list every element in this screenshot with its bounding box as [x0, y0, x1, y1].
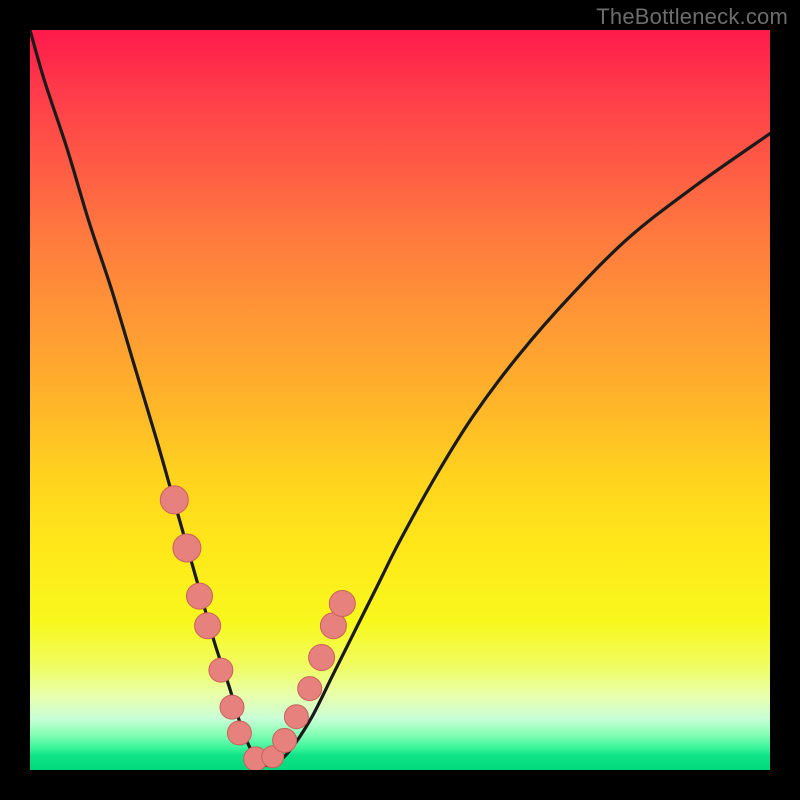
curve-marker — [220, 695, 244, 719]
curve-marker — [187, 583, 213, 609]
watermark-text: TheBottleneck.com — [596, 4, 788, 30]
curve-marker — [173, 534, 201, 562]
curve-marker — [227, 721, 251, 745]
plot-area — [30, 30, 770, 770]
curve-marker — [160, 486, 188, 514]
marker-group — [160, 486, 355, 770]
curve-marker — [298, 677, 322, 701]
curve-marker — [329, 591, 355, 617]
curve-marker — [273, 728, 297, 752]
curve-marker — [195, 613, 221, 639]
chart-svg — [30, 30, 770, 770]
curve-marker — [209, 658, 233, 682]
bottleneck-curve — [30, 30, 770, 766]
chart-frame: TheBottleneck.com — [0, 0, 800, 800]
curve-marker — [284, 705, 308, 729]
curve-marker — [309, 645, 335, 671]
